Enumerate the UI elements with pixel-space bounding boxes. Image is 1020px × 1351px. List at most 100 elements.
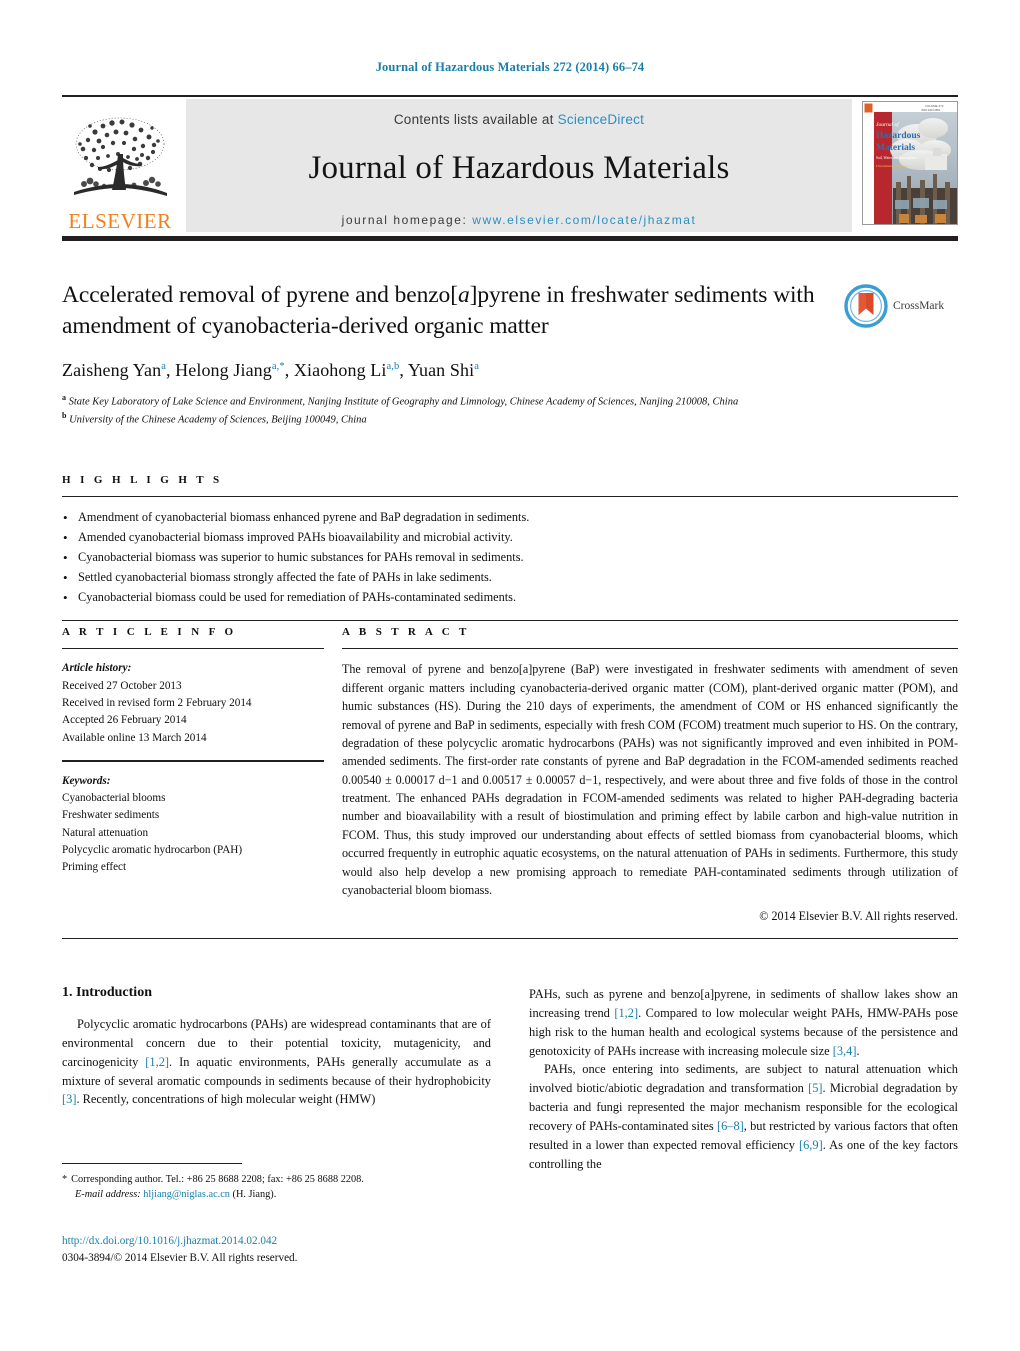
- citation-ref[interactable]: [5]: [808, 1081, 822, 1095]
- article-info-rule: [62, 648, 324, 650]
- abstract-label: A B S T R A C T: [342, 626, 470, 638]
- list-item: Settled cyanobacterial biomass strongly …: [62, 567, 958, 588]
- article-info-column: A R T I C L E I N F O Article history: R…: [62, 626, 324, 924]
- abstract-rule: [342, 648, 958, 650]
- list-item: Amended cyanobacterial biomass improved …: [62, 527, 958, 548]
- journal-cover-thumbnail: Journal of Hazardous Materials Soil, Wat…: [862, 101, 958, 225]
- journal-masthead: ELSEVIER Contents lists available at Sci…: [62, 99, 958, 232]
- footer-doi-block: http://dx.doi.org/10.1016/j.jhazmat.2014…: [62, 1233, 562, 1267]
- section-heading-introduction: 1. Introduction: [62, 985, 491, 1001]
- history-line: Received in revised form 2 February 2014: [62, 697, 252, 710]
- elsevier-tree-icon: [74, 117, 167, 196]
- crossmark-badge[interactable]: CrossMark: [844, 282, 956, 330]
- contents-prefix: Contents lists available at: [393, 112, 558, 127]
- email-label: E-mail address:: [75, 1189, 141, 1201]
- author-affil-marker: a,b: [386, 361, 400, 373]
- title-block: CrossMark Accelerated removal of pyrene …: [62, 280, 958, 429]
- keyword-item: Polycyclic aromatic hydrocarbon (PAH): [62, 844, 243, 857]
- svg-text:ISSN 0304-3894: ISSN 0304-3894: [921, 108, 941, 112]
- affiliation-text: State Key Laboratory of Lake Science and…: [68, 396, 739, 408]
- elsevier-logo: ELSEVIER: [62, 99, 178, 232]
- paper-page: Journal of Hazardous Materials 272 (2014…: [0, 0, 1020, 1351]
- history-line: Available online 13 March 2014: [62, 731, 207, 744]
- paragraph: PAHs, such as pyrene and benzo[a]pyrene,…: [529, 985, 958, 1060]
- keyword-item: Priming effect: [62, 861, 127, 874]
- citation-ref[interactable]: [1,2]: [145, 1055, 169, 1069]
- affiliation-marker: b: [62, 411, 67, 421]
- body-column-gap: [491, 985, 529, 1173]
- info-abstract-row: A R T I C L E I N F O Article history: R…: [62, 626, 958, 924]
- doi-link[interactable]: http://dx.doi.org/10.1016/j.jhazmat.2014…: [62, 1233, 562, 1250]
- keyword-item: Freshwater sediments: [62, 809, 160, 822]
- paragraph-text: . Recently, concentrations of high molec…: [76, 1092, 376, 1107]
- author-affil-marker: a,*: [271, 361, 285, 373]
- citation-ref[interactable]: [3,4]: [833, 1044, 857, 1058]
- author-item[interactable]: Zaisheng Yana: [62, 360, 166, 380]
- keyword-item: Natural attenuation: [62, 826, 149, 839]
- sciencedirect-link[interactable]: ScienceDirect: [558, 112, 645, 127]
- journal-title: Journal of Hazardous Materials: [308, 150, 730, 186]
- abstract-text: The removal of pyrene and benzo[a]pyrene…: [342, 662, 958, 897]
- footnote-marker: *: [62, 1174, 68, 1185]
- svg-text:Hazardous: Hazardous: [876, 131, 921, 141]
- affiliation-list: a State Key Laboratory of Lake Science a…: [62, 392, 862, 429]
- email-suffix: (H. Jiang).: [232, 1189, 277, 1201]
- affiliation-text: University of the Chinese Academy of Sci…: [69, 414, 367, 426]
- author-list: Zaisheng Yana, Helong Jianga,*, Xiaohong…: [62, 360, 479, 381]
- keywords-heading: Keywords:: [62, 774, 111, 787]
- crossmark-label: CrossMark: [893, 300, 945, 312]
- list-item: Cyanobacterial biomass could be used for…: [62, 587, 958, 608]
- section-title-text: Introduction: [76, 985, 152, 1000]
- affiliation-item: b University of the Chinese Academy of S…: [62, 410, 862, 428]
- author-affil-marker: a: [474, 361, 479, 373]
- citation-ref[interactable]: [1,2]: [614, 1006, 638, 1020]
- article-history-group: Article history: Received 27 October 201…: [62, 660, 324, 747]
- crossmark-icon: [844, 284, 888, 328]
- highlights-label: H I G H L I G H T S: [62, 474, 223, 486]
- elsevier-wordmark: ELSEVIER: [68, 209, 172, 233]
- homepage-url-link[interactable]: www.elsevier.com/locate/jhazmat: [472, 213, 696, 227]
- author-name: Zaisheng Yan: [62, 360, 162, 381]
- journal-homepage-line: journal homepage: www.elsevier.com/locat…: [342, 213, 697, 227]
- article-info-label: A R T I C L E I N F O: [62, 626, 237, 638]
- abstract-column: A B S T R A C T The removal of pyrene an…: [342, 626, 958, 924]
- email-link[interactable]: hljiang@niglas.ac.cn: [143, 1189, 230, 1200]
- svg-text:Materials: Materials: [876, 143, 915, 153]
- highlights-bottom-rule: [62, 619, 958, 622]
- abstract-copyright: © 2014 Elsevier B.V. All rights reserved…: [759, 909, 958, 924]
- article-history-heading: Article history:: [62, 662, 132, 675]
- highlights-section: H I G H L I G H T S Amendment of cyanoba…: [62, 474, 958, 622]
- keywords-group: Keywords: Cyanobacterial blooms Freshwat…: [62, 773, 324, 877]
- author-item[interactable]: Helong Jianga,*: [175, 360, 285, 380]
- citation-ref[interactable]: [6–8]: [717, 1119, 744, 1133]
- author-name: Xiaohong Li: [293, 360, 387, 381]
- footnote-rule: [62, 1163, 242, 1164]
- issn-copyright: 0304-3894/© 2014 Elsevier B.V. All right…: [62, 1251, 298, 1264]
- footnote-line: * Corresponding author. Tel.: +86 25 8688…: [62, 1172, 502, 1187]
- paragraph-text: .: [856, 1043, 860, 1058]
- citation-ref[interactable]: [6,9]: [799, 1138, 823, 1152]
- paragraph: Polycyclic aromatic hydrocarbons (PAHs) …: [62, 1015, 491, 1109]
- masthead-top-rule: [62, 95, 958, 97]
- body-columns: 1. Introduction Polycyclic aromatic hydr…: [62, 985, 958, 1173]
- keyword-item: Cyanobacterial blooms: [62, 791, 166, 804]
- author-item[interactable]: Xiaohong Lia,b: [294, 360, 399, 380]
- affiliation-marker: a: [62, 393, 66, 403]
- section-number: 1.: [62, 985, 73, 1000]
- author-name: Helong Jiang: [175, 360, 272, 381]
- column-gap: [324, 626, 342, 924]
- corresponding-author-footnote: * Corresponding author. Tel.: +86 25 8688…: [62, 1172, 502, 1203]
- title-italic-a: a: [457, 282, 470, 308]
- body-left-column: 1. Introduction Polycyclic aromatic hydr…: [62, 985, 491, 1173]
- citation-ref[interactable]: [3]: [62, 1092, 76, 1106]
- history-line: Accepted 26 February 2014: [62, 714, 187, 727]
- running-head: Journal of Hazardous Materials 272 (2014…: [375, 60, 645, 74]
- author-affil-marker: a: [161, 361, 166, 373]
- masthead-bottom-rule: [62, 236, 958, 241]
- cover-artwork-icon: Journal of Hazardous Materials Soil, Wat…: [863, 102, 957, 224]
- author-item[interactable]: Yuan Shia: [408, 360, 479, 380]
- page-title: Accelerated removal of pyrene and benzo[…: [62, 280, 822, 342]
- contents-lists-line: Contents lists available at ScienceDirec…: [394, 112, 644, 127]
- author-name: Yuan Shi: [407, 360, 475, 381]
- highlights-list: Amendment of cyanobacterial biomass enha…: [62, 497, 958, 608]
